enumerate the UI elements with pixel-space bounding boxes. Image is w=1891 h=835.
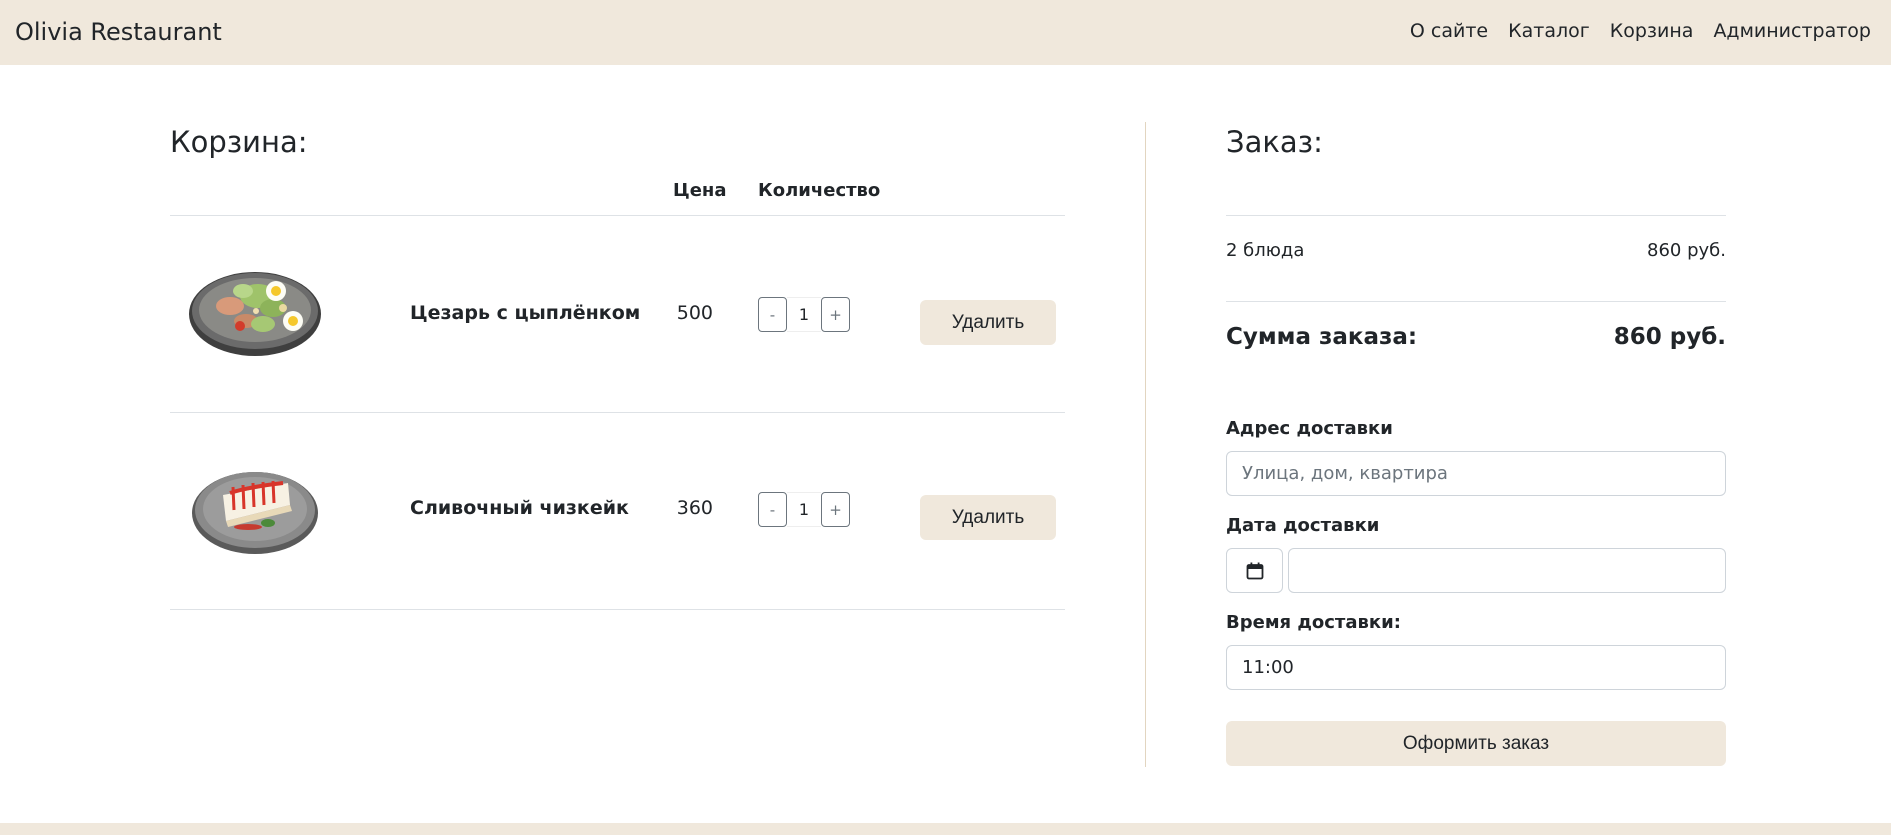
dish-name[interactable]: Цезарь с цыплёнком [410, 302, 640, 324]
address-input[interactable] [1226, 451, 1726, 496]
dishes-sum: 860 руб. [1647, 240, 1726, 261]
calendar-icon [1246, 562, 1263, 579]
cheesecake-image [192, 472, 318, 554]
brand-link[interactable]: Olivia Restaurant [15, 18, 222, 46]
submit-order-button[interactable]: Оформить заказ [1226, 721, 1726, 766]
total-label: Сумма заказа: [1226, 324, 1418, 350]
nav-link-admin[interactable]: Администратор [1713, 20, 1871, 42]
col-header-quantity: Количество [758, 180, 881, 201]
row-divider [170, 609, 1065, 610]
cart-row: Сливочный чизкейк 360 - 1 + Удалить [170, 413, 1065, 610]
nav-link-about[interactable]: О сайте [1410, 20, 1488, 42]
quantity-stepper: - 1 + [758, 492, 850, 527]
order-total-row: Сумма заказа: 860 руб. [1226, 324, 1726, 350]
decrease-button[interactable]: - [758, 297, 787, 332]
order-title: Заказ: [1226, 125, 1323, 159]
total-value: 860 руб. [1613, 324, 1726, 350]
decrease-button[interactable]: - [758, 492, 787, 527]
date-label: Дата доставки [1226, 515, 1380, 536]
caesar-salad-image [189, 272, 321, 356]
col-header-price: Цена [673, 180, 727, 201]
delete-button[interactable]: Удалить [920, 300, 1056, 345]
nav-link-catalog[interactable]: Каталог [1508, 20, 1590, 42]
navbar: Olivia Restaurant О сайте Каталог Корзин… [0, 0, 1891, 65]
footer [0, 823, 1891, 835]
increase-button[interactable]: + [821, 297, 850, 332]
dishes-count: 2 блюда [1226, 240, 1305, 261]
dish-name[interactable]: Сливочный чизкейк [410, 497, 629, 519]
order-divider [1226, 301, 1726, 302]
quantity-value[interactable]: 1 [787, 492, 821, 527]
order-divider [1226, 215, 1726, 216]
address-label: Адрес доставки [1226, 418, 1393, 439]
dish-price: 360 [676, 497, 713, 519]
time-label: Время доставки: [1226, 612, 1401, 633]
nav-link-cart[interactable]: Корзина [1610, 20, 1694, 42]
quantity-value[interactable]: 1 [787, 297, 821, 332]
cart-row: Цезарь с цыплёнком 500 - 1 + Удалить [170, 216, 1065, 413]
dishes-summary-row: 2 блюда 860 руб. [1226, 240, 1726, 261]
vertical-divider [1145, 122, 1146, 767]
nav-links: О сайте Каталог Корзина Администратор [1410, 20, 1871, 42]
date-input[interactable] [1288, 548, 1726, 593]
quantity-stepper: - 1 + [758, 297, 850, 332]
increase-button[interactable]: + [821, 492, 850, 527]
dish-price: 500 [676, 302, 713, 324]
cart-title: Корзина: [170, 125, 308, 159]
delete-button[interactable]: Удалить [920, 495, 1056, 540]
time-input[interactable] [1226, 645, 1726, 690]
calendar-button[interactable] [1226, 548, 1283, 593]
